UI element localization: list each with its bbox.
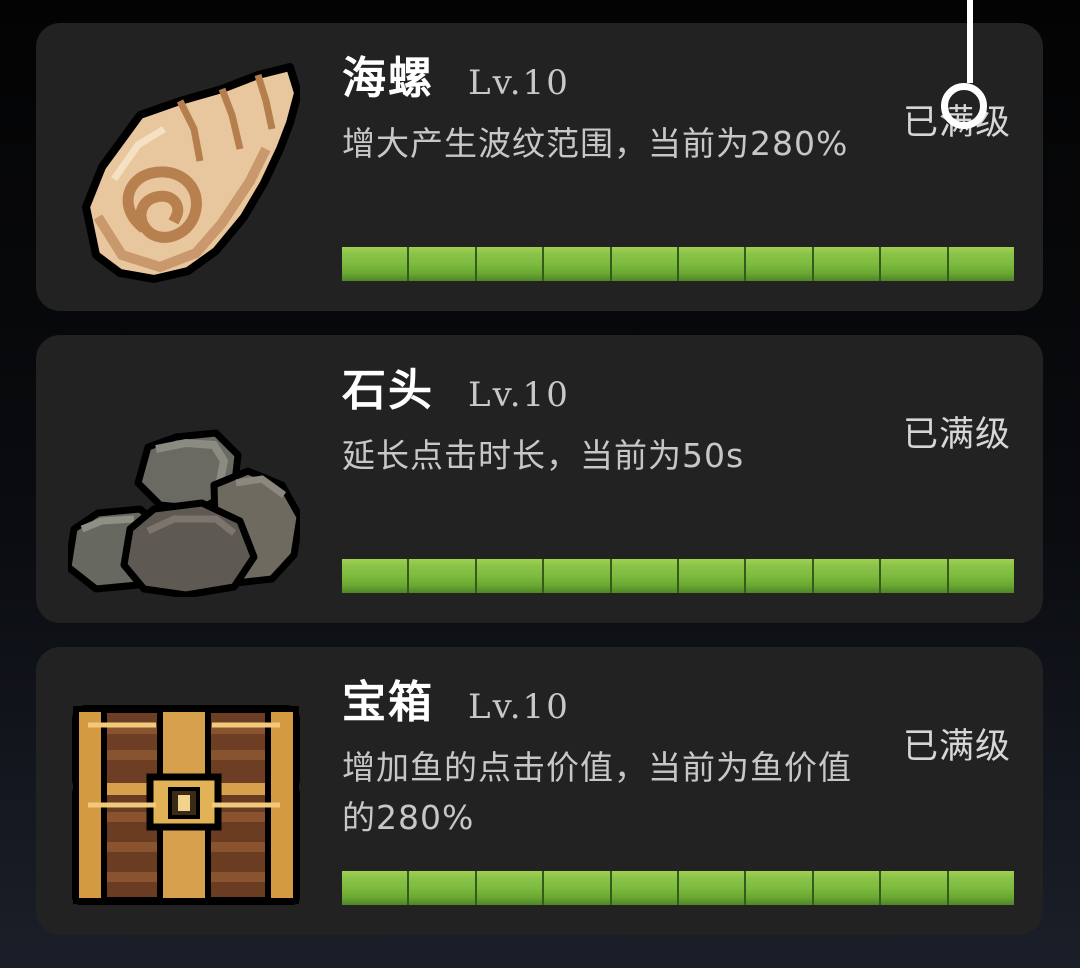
- progress-segment: [881, 871, 947, 905]
- item-title: 海螺: [342, 53, 434, 104]
- progress-segment: [746, 559, 812, 593]
- item-title: 宝箱: [342, 677, 434, 728]
- progress-segment: [813, 247, 880, 281]
- progress-segment: [342, 247, 408, 281]
- progress-segment: [611, 559, 678, 593]
- progress-segment: [813, 559, 880, 593]
- progress-segment: [881, 559, 947, 593]
- pointer-line: [967, 0, 973, 83]
- progress-segment: [409, 559, 475, 593]
- progress-segment: [342, 871, 408, 905]
- status-max-level: 已满级: [902, 727, 1011, 767]
- item-level: Lv.10: [468, 687, 570, 727]
- progress-segment: [746, 247, 812, 281]
- progress-segment: [476, 247, 543, 281]
- progress-segment: [409, 247, 475, 281]
- progress-segment: [544, 247, 610, 281]
- upgrade-card-conch[interactable]: 海螺 Lv.10 增大产生波纹范围，当前为280% 已满级: [36, 23, 1043, 311]
- upgrade-card-treasure-chest[interactable]: 宝箱 Lv.10 增加鱼的点击价值，当前为鱼价值的280% 已满级: [36, 647, 1043, 935]
- level-progress-bar: [342, 871, 1015, 905]
- item-title: 石头: [342, 365, 434, 416]
- progress-segment: [342, 559, 408, 593]
- progress-segment: [476, 559, 543, 593]
- progress-segment: [611, 871, 678, 905]
- progress-segment: [409, 871, 475, 905]
- pointer-ring-icon: [941, 83, 987, 129]
- progress-segment: [679, 247, 745, 281]
- upgrade-card-rock[interactable]: 石头 Lv.10 延长点击时长，当前为50s 已满级: [36, 335, 1043, 623]
- item-level: Lv.10: [468, 375, 570, 415]
- item-description: 延长点击时长，当前为50s: [342, 436, 745, 475]
- item-level: Lv.10: [468, 63, 570, 103]
- progress-segment: [948, 871, 1015, 905]
- progress-segment: [881, 247, 947, 281]
- item-description: 增大产生波纹范围，当前为280%: [342, 124, 849, 163]
- progress-segment: [679, 871, 745, 905]
- progress-segment: [813, 871, 880, 905]
- level-progress-bar: [342, 559, 1015, 593]
- status-max-level: 已满级: [902, 415, 1011, 455]
- item-description: 增加鱼的点击价值，当前为鱼价值的280%: [342, 748, 852, 837]
- progress-segment: [544, 871, 610, 905]
- rock-pile-icon: [68, 369, 300, 597]
- progress-segment: [948, 247, 1015, 281]
- progress-segment: [611, 247, 678, 281]
- progress-segment: [679, 559, 745, 593]
- progress-segment: [746, 871, 812, 905]
- progress-segment: [544, 559, 610, 593]
- progress-segment: [948, 559, 1015, 593]
- conch-shell-icon: [68, 57, 300, 285]
- treasure-chest-icon: [68, 681, 300, 909]
- level-progress-bar: [342, 247, 1015, 281]
- progress-segment: [476, 871, 543, 905]
